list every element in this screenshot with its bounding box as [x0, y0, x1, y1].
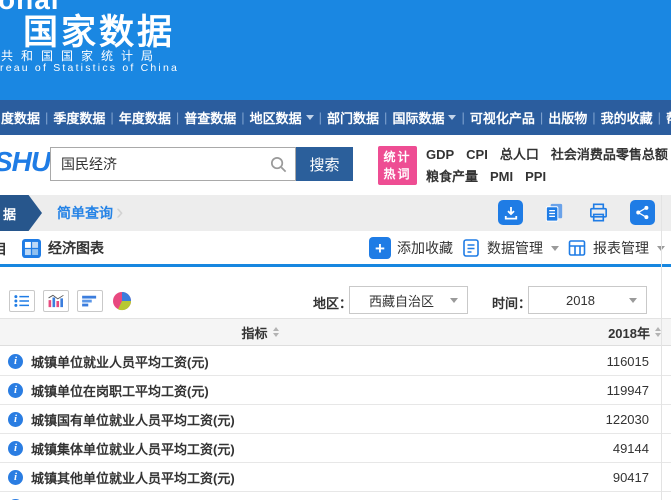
sort-icon[interactable]: [273, 327, 279, 337]
table-row: 城镇集体单位就业人员平均工资(元) 49144: [0, 434, 671, 463]
search-input[interactable]: [51, 148, 295, 180]
chevron-down-icon: [306, 115, 314, 120]
info-icon[interactable]: [8, 441, 23, 456]
nav-item-quarterly[interactable]: 季度数据: [53, 108, 118, 127]
breadcrumb-bar: 据 简单查询 ›: [0, 195, 671, 231]
filters: 地区： 西藏自治区 时间： 2018: [0, 286, 671, 314]
year-column-header[interactable]: 2018年: [520, 323, 671, 342]
site-subtitle-en: reau of Statistics of China: [0, 62, 179, 74]
hot-words-badge: 统计 热词: [378, 146, 417, 185]
indicator-label: 城镇其他单位就业人员平均工资(元): [31, 468, 235, 487]
hot-word-gdp[interactable]: GDP: [426, 144, 454, 165]
shu-logo: SHU: [0, 146, 50, 178]
action-icon-bar: [498, 200, 655, 225]
nav-item-favorites[interactable]: 我的收藏: [601, 108, 666, 127]
region-select[interactable]: 西藏自治区: [349, 286, 468, 314]
info-icon[interactable]: [8, 354, 23, 369]
chevron-down-icon: [629, 298, 637, 303]
search-icon: [269, 155, 288, 174]
breadcrumb-root[interactable]: 据: [0, 195, 42, 231]
table-row: 城镇单位就业人员平均工资(元) 116015: [0, 347, 671, 376]
indicator-label: 城镇单位就业人员平均货币工资指数(上年=100): [31, 497, 303, 500]
document-icon: [461, 238, 481, 258]
indicator-label: 城镇集体单位就业人员平均工资(元): [31, 439, 235, 458]
info-icon[interactable]: [8, 470, 23, 485]
nav-item-publications[interactable]: 出版物: [548, 108, 600, 127]
indicator-label: 城镇单位在岗职工平均工资(元): [31, 381, 209, 400]
search-box: [50, 147, 296, 181]
nav-item-regional[interactable]: 地区数据: [250, 108, 327, 127]
content-right-divider: [661, 195, 662, 500]
info-icon[interactable]: [8, 412, 23, 427]
nav-item-annual[interactable]: 年度数据: [119, 108, 184, 127]
tab-bar: 目 经济图表 + 添加收藏 数据管理 报表管理: [0, 231, 671, 267]
tab-right-actions: + 添加收藏 数据管理 报表管理: [369, 237, 665, 259]
indicator-column-header[interactable]: 指标: [0, 323, 520, 342]
main-nav: 度数据 季度数据 年度数据 普查数据 地区数据 部门数据 国际数据 可视化产品 …: [0, 100, 671, 135]
report-management-menu[interactable]: 报表管理: [567, 238, 665, 258]
add-favorite-button[interactable]: + 添加收藏: [369, 237, 453, 259]
indicator-label: 城镇单位就业人员平均工资(元): [31, 352, 209, 371]
hot-word-population[interactable]: 总人口: [500, 144, 539, 165]
nav-item-visualization[interactable]: 可视化产品: [470, 108, 548, 127]
print-icon[interactable]: [586, 200, 611, 225]
nav-item-departmental[interactable]: 部门数据: [327, 108, 392, 127]
search-button[interactable]: 搜索: [296, 147, 353, 181]
hot-word-pmi[interactable]: PMI: [490, 166, 513, 187]
chevron-down-icon: [448, 115, 456, 120]
tab-economic-charts[interactable]: 经济图表: [22, 238, 104, 258]
toolbar: 地区： 西藏自治区 时间： 2018: [0, 267, 671, 318]
download-icon[interactable]: [498, 200, 523, 225]
hot-word-ppi[interactable]: PPI: [525, 166, 546, 187]
table-row: 城镇单位就业人员平均货币工资指数(上年=100) 108.5: [0, 492, 671, 500]
time-select[interactable]: 2018: [528, 286, 647, 314]
nav-item-monthly[interactable]: 度数据: [1, 108, 53, 127]
indicator-value: 49144: [613, 441, 671, 456]
nav-item-help[interactable]: 帮助: [666, 108, 671, 127]
nav-item-international[interactable]: 国际数据: [392, 108, 469, 127]
copy-icon[interactable]: [542, 200, 567, 225]
indicator-table: 城镇单位就业人员平均工资(元) 116015 城镇单位在岗职工平均工资(元) 1…: [0, 347, 671, 500]
breadcrumb-current[interactable]: 简单查询: [57, 195, 113, 231]
hot-word-cpi[interactable]: CPI: [466, 144, 488, 165]
table-header: 指标 2018年: [0, 318, 671, 346]
share-icon[interactable]: [630, 200, 655, 225]
tab-partial-text: 目: [0, 239, 7, 259]
hot-word-retail[interactable]: 社会消费品零售总额: [551, 144, 668, 165]
site-header: onal 国家数据 共和国国家统计局 reau of Statistics of…: [0, 0, 671, 100]
data-management-menu[interactable]: 数据管理: [461, 238, 559, 258]
chevron-down-icon: [551, 246, 559, 251]
table-row: 城镇国有单位就业人员平均工资(元) 122030: [0, 405, 671, 434]
region-label: 地区：: [313, 293, 352, 312]
time-label: 时间：: [492, 293, 531, 312]
table-row: 城镇单位在岗职工平均工资(元) 119947: [0, 376, 671, 405]
indicator-value: 90417: [613, 470, 671, 485]
search-section: SHU 搜索 统计 热词 GDP CPI 总人口 社会消费品零售总额 粮食产量 …: [0, 135, 671, 195]
chevron-down-icon: [450, 298, 458, 303]
hot-words-list: GDP CPI 总人口 社会消费品零售总额 粮食产量 PMI PPI: [426, 144, 670, 187]
grid-chart-icon: [22, 239, 41, 258]
table-row: 城镇其他单位就业人员平均工资(元) 90417: [0, 463, 671, 492]
indicator-label: 城镇国有单位就业人员平均工资(元): [31, 410, 235, 429]
table-icon: [567, 238, 587, 258]
nav-item-census[interactable]: 普查数据: [184, 108, 249, 127]
breadcrumb-chevron-icon: ›: [116, 199, 123, 225]
hot-word-grain[interactable]: 粮食产量: [426, 166, 478, 187]
info-icon[interactable]: [8, 383, 23, 398]
plus-icon: +: [369, 237, 391, 259]
